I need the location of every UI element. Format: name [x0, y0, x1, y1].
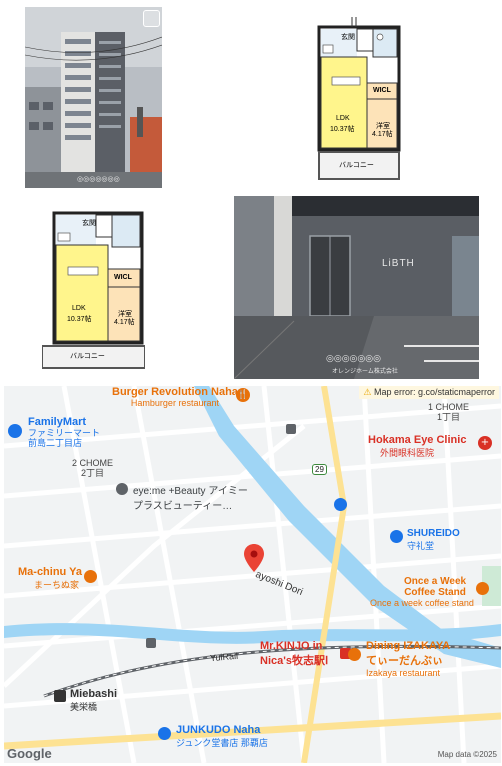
bookstore-icon: [158, 727, 171, 740]
plan1-entrance-label: 玄関: [341, 34, 355, 41]
store-icon: [8, 424, 22, 438]
poi-shureido[interactable]: SHUREIDO 守礼堂: [390, 528, 460, 552]
plan1-western-size: 4.17帖: [372, 131, 393, 138]
poi-oncea-sub: Coffee Stand: [404, 587, 466, 598]
poi-oncea-name: Once a Week: [404, 576, 467, 587]
plan2-wicl-label: WICL: [114, 274, 132, 281]
poi-dining-izakaya[interactable]: Dining IZAKAYA てぃーだんぶぃ Izakaya restauran…: [366, 640, 450, 678]
view-360-icon[interactable]: [143, 10, 160, 27]
plan2-balcony-label: バルコニー: [70, 353, 105, 360]
poi-kinjo-name: Mr.KINJO in: [260, 640, 323, 652]
route-29-badge: 29: [312, 464, 327, 475]
poi-izakaya-sub: てぃーだんぶぃ: [366, 655, 443, 667]
plan2-ldk-label: LDK: [72, 305, 86, 312]
warning-icon: ⚠: [363, 387, 372, 397]
poi-izakaya-name: Dining IZAKAYA: [366, 640, 451, 652]
plan2-western-size: 4.17帖: [114, 319, 135, 326]
poi-machinu-sub: まーちぬ家: [34, 580, 80, 590]
area-1-chome: 1 CHOME 1丁目: [428, 402, 470, 422]
medical-icon: +: [478, 436, 492, 450]
plan2-ldk-size: 10.37帖: [67, 316, 92, 323]
poi-familymart[interactable]: FamilyMart ファミリーマート 前島二丁目店: [8, 416, 100, 448]
map-attribution: Map data ©2025: [437, 750, 497, 759]
poi-junkudo-sub: ジュンク堂書店 那覇店: [176, 738, 268, 748]
poi-shureido-sub: 守礼堂: [407, 541, 435, 551]
plan2-entrance-label: 玄関: [82, 220, 96, 227]
poi-oncea-extra: Once a week coffee stand: [370, 598, 474, 608]
poi-burger-revolution[interactable]: Burger Revolution Naha Hamburger restaur…: [112, 386, 238, 408]
area-2-chome: 2 CHOME 2丁目: [72, 458, 114, 478]
plan1-ldk-size: 10.37帖: [330, 126, 355, 133]
pin-shape: [244, 544, 264, 572]
poi-hokama-eye-clinic[interactable]: Hokama Eye Clinic 外間眼科医院: [368, 434, 466, 459]
poi-burger-sub: Hamburger restaurant: [130, 398, 219, 408]
plan1-balcony-label: バルコニー: [339, 162, 374, 169]
bus-stop-icon-2: [146, 638, 156, 648]
gas-station-icon: [334, 498, 347, 511]
poi-familymart-sub: ファミリーマート 前島二丁目店: [28, 428, 101, 448]
place-icon: [116, 483, 128, 495]
building-photo[interactable]: ◎◎◎◎◎◎◎: [25, 7, 162, 188]
plan1-ldk-label: LDK: [336, 115, 350, 122]
entrance-watermark: ◎◎◎◎◎◎◎: [326, 354, 381, 364]
poi-miebashi-sub: 美栄橋: [70, 702, 98, 712]
location-map[interactable]: ⚠ Map error: g.co/staticmaperror Burger …: [4, 386, 501, 763]
poi-eyeme-sub: プラスビューティー…: [133, 501, 233, 512]
poi-eyeme-beauty[interactable]: eye:me +Beauty アイミー プラスビューティー…: [116, 482, 248, 512]
restaurant-icon: [84, 570, 97, 583]
poi-eyeme-name: eye:me +Beauty アイミー: [133, 486, 248, 497]
entrance-sign: LiBTH: [382, 258, 415, 269]
poi-burger-name: Burger Revolution Naha: [112, 386, 238, 398]
poi-once-a-week[interactable]: Once a Week Coffee Stand: [404, 576, 466, 598]
poi-junkudo-name: JUNKUDO Naha: [176, 724, 261, 736]
floorplan-1-drawing: [317, 17, 401, 180]
poi-miebashi[interactable]: Miebashi 美栄橋: [54, 688, 117, 713]
coffee-icon: [476, 582, 489, 595]
floorplan-2-drawing: [41, 211, 146, 369]
station-icon: [54, 690, 66, 702]
poi-ma-chinu-ya[interactable]: Ma-chinu Ya まーちぬ家: [18, 566, 82, 591]
floorplan-2[interactable]: 玄関 WICL LDK 10.37帖 洋室 4.17帖 バルコニー: [41, 211, 146, 369]
plan1-wicl-label: WICL: [373, 87, 391, 94]
bus-stop-icon: [286, 424, 296, 434]
building-illustration: [25, 7, 162, 188]
poi-hokama-name: Hokama Eye Clinic: [368, 434, 467, 446]
entrance-illustration: [234, 196, 479, 379]
poi-miebashi-name: Miebashi: [70, 688, 118, 700]
map-error-text: Map error: g.co/staticmaperror: [373, 387, 495, 397]
shopping-icon: [390, 530, 403, 543]
map-error-banner[interactable]: ⚠ Map error: g.co/staticmaperror: [359, 386, 499, 399]
poi-junkudo[interactable]: JUNKUDO Naha ジュンク堂書店 那覇店: [158, 724, 268, 749]
building-photo-watermark: ◎◎◎◎◎◎◎: [77, 175, 120, 183]
entrance-photo[interactable]: LiBTH ◎◎◎◎◎◎◎ オレンジホーム株式会社: [234, 196, 479, 379]
poi-izakaya-extra: Izakaya restaurant: [366, 668, 441, 678]
floorplan-1[interactable]: 玄関 WICL LDK 10.37帖 洋室 4.17帖 バルコニー: [316, 15, 402, 183]
entrance-watermark-sub: オレンジホーム株式会社: [332, 368, 398, 375]
poi-hokama-sub: 外間眼科医院: [380, 448, 435, 458]
google-logo: Google: [7, 746, 52, 761]
poi-mr-kinjo[interactable]: Mr.KINJO in Nica's牧志駅Ⅰ: [260, 640, 328, 668]
poi-shureido-name: SHUREIDO: [407, 528, 460, 539]
fork-knife-icon: 🍴: [236, 388, 250, 402]
poi-kinjo-sub: Nica's牧志駅Ⅰ: [260, 655, 329, 667]
poi-machinu-name: Ma-chinu Ya: [18, 566, 82, 578]
poi-familymart-name: FamilyMart: [28, 416, 87, 428]
fork-knife-icon-2: [348, 648, 361, 661]
